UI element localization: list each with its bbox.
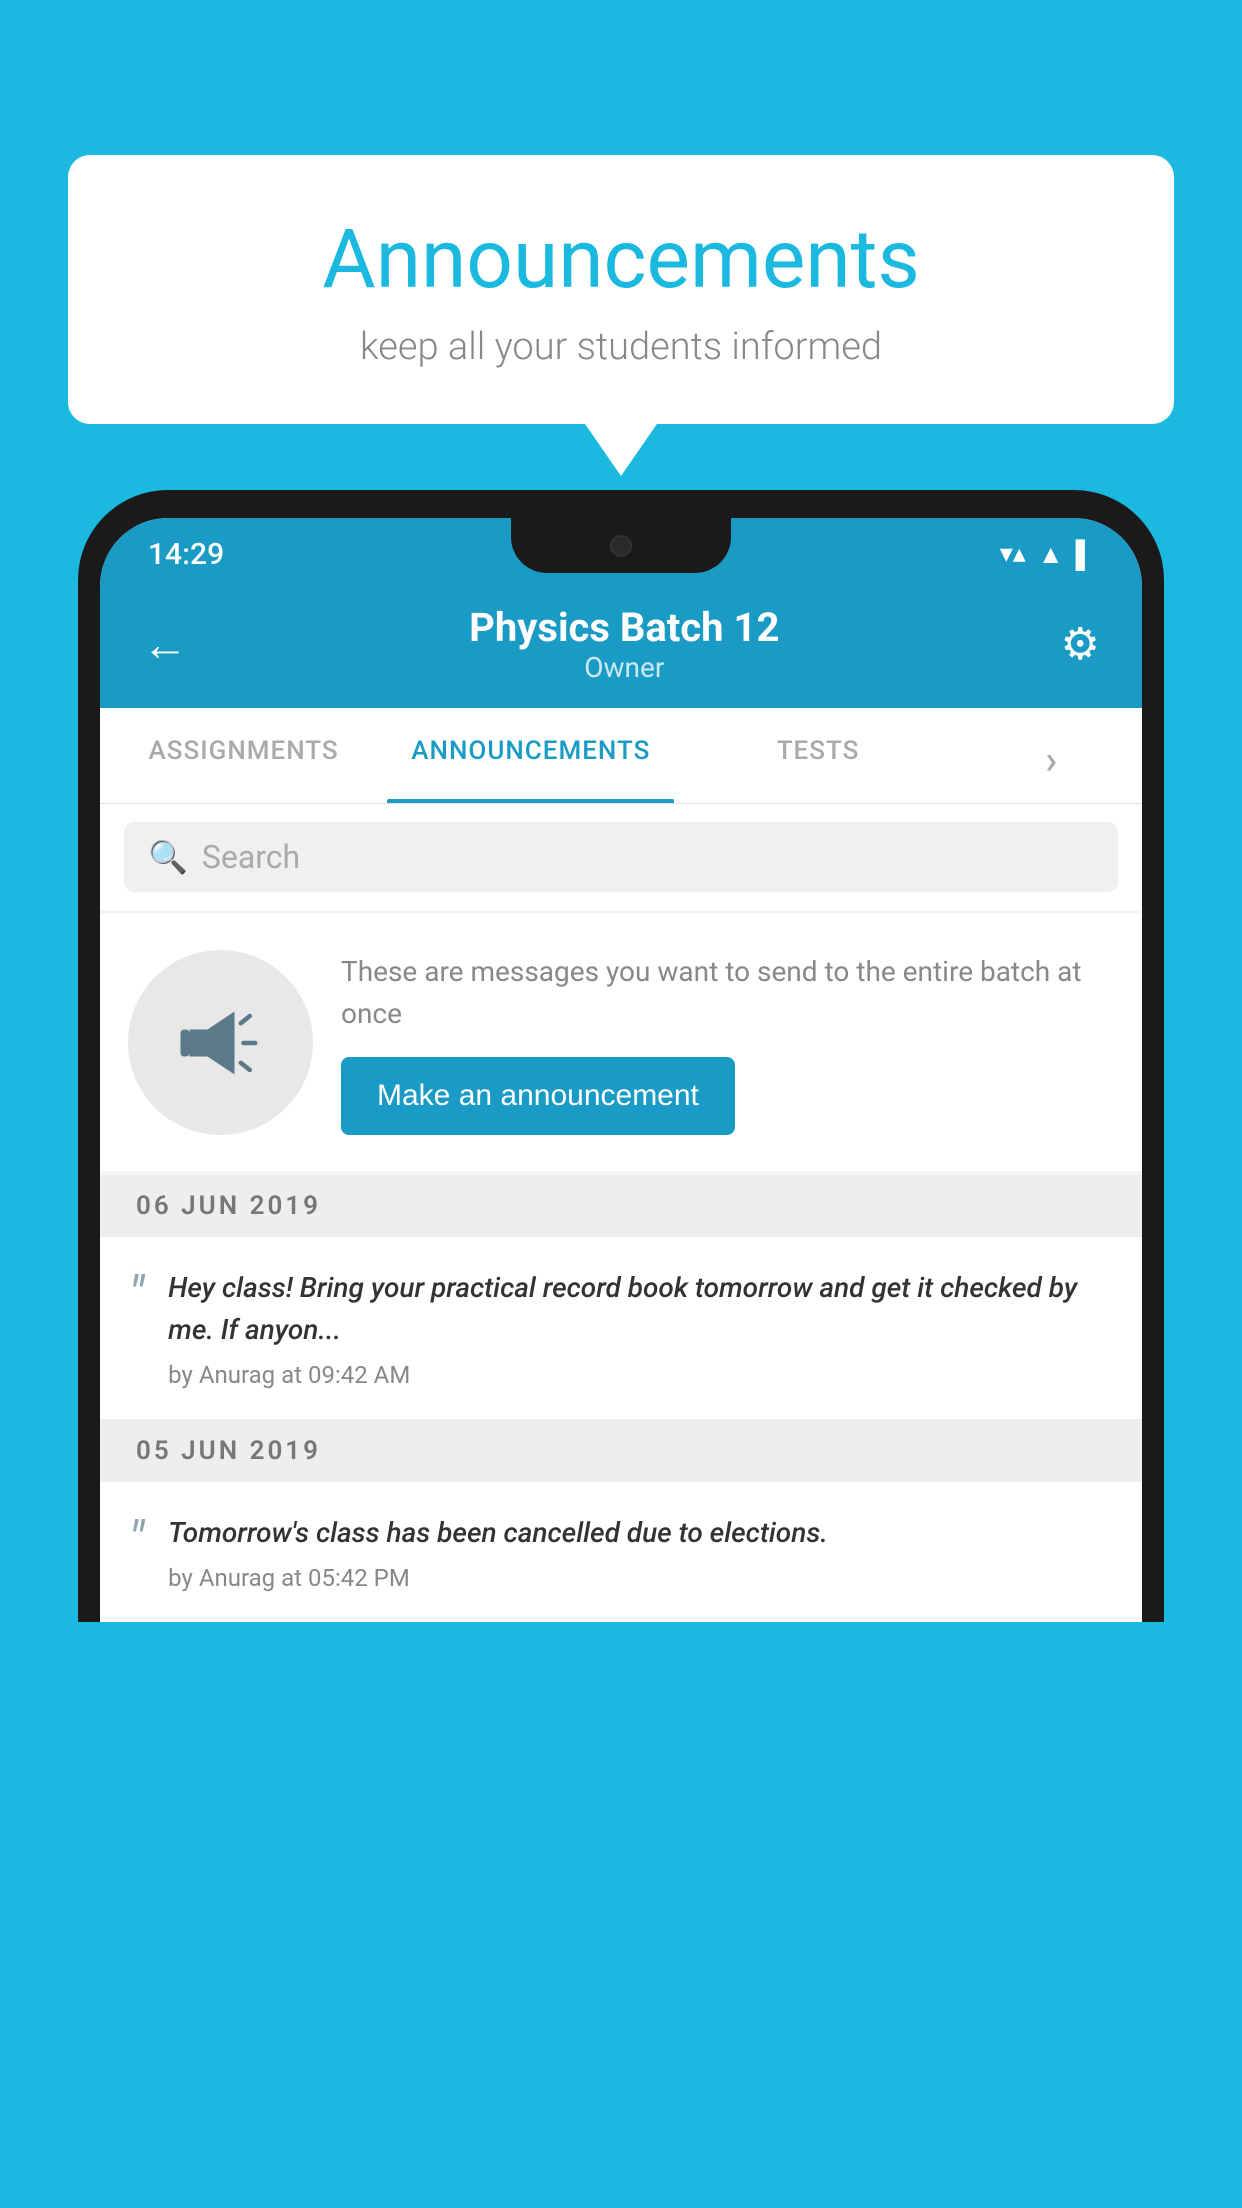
message-item-1[interactable]: " Hey class! Bring your practical record… <box>100 1237 1142 1420</box>
search-icon: 🔍 <box>148 838 188 876</box>
search-placeholder: Search <box>202 838 300 876</box>
phone-notch <box>511 518 731 573</box>
camera-dot <box>610 535 632 557</box>
signal-icon: ▲ <box>1038 539 1064 570</box>
speech-bubble-container: Announcements keep all your students inf… <box>68 155 1174 424</box>
quote-icon-1: " <box>128 1275 144 1317</box>
date-divider-1: 06 JUN 2019 <box>100 1175 1142 1237</box>
tab-more[interactable]: › <box>962 708 1142 803</box>
date-divider-2: 05 JUN 2019 <box>100 1420 1142 1482</box>
search-container: 🔍 Search <box>100 804 1142 910</box>
bubble-title: Announcements <box>118 215 1124 305</box>
tab-announcements[interactable]: ANNOUNCEMENTS <box>387 708 674 803</box>
tab-tests[interactable]: TESTS <box>674 708 961 803</box>
message-content-1: Hey class! Bring your practical record b… <box>168 1267 1114 1389</box>
tabs-bar: ASSIGNMENTS ANNOUNCEMENTS TESTS › <box>100 708 1142 804</box>
announcement-prompt: These are messages you want to send to t… <box>100 914 1142 1171</box>
phone-outer: 14:29 ▾▴ ▲ ▌ ← Physics Batch 12 Owner ⚙ <box>78 490 1164 1622</box>
message-author-1: by Anurag at 09:42 AM <box>168 1361 1114 1389</box>
bubble-subtitle: keep all your students informed <box>118 325 1124 369</box>
prompt-right: These are messages you want to send to t… <box>341 951 1114 1135</box>
megaphone-circle <box>128 950 313 1135</box>
wifi-icon: ▾▴ <box>1000 539 1026 569</box>
megaphone-icon <box>176 998 266 1088</box>
message-content-2: Tomorrow's class has been cancelled due … <box>168 1512 1114 1592</box>
back-button[interactable]: ← <box>142 617 188 672</box>
message-text-2: Tomorrow's class has been cancelled due … <box>168 1512 1114 1554</box>
app-header: ← Physics Batch 12 Owner ⚙ <box>100 586 1142 708</box>
header-title: Physics Batch 12 <box>469 604 779 651</box>
tab-assignments[interactable]: ASSIGNMENTS <box>100 708 387 803</box>
message-text-1: Hey class! Bring your practical record b… <box>168 1267 1114 1351</box>
phone-screen: 14:29 ▾▴ ▲ ▌ ← Physics Batch 12 Owner ⚙ <box>100 518 1142 1622</box>
quote-icon-2: " <box>128 1520 144 1562</box>
prompt-description: These are messages you want to send to t… <box>341 951 1114 1035</box>
make-announcement-button[interactable]: Make an announcement <box>341 1057 735 1135</box>
message-item-2[interactable]: " Tomorrow's class has been cancelled du… <box>100 1482 1142 1622</box>
phone-wrapper: 14:29 ▾▴ ▲ ▌ ← Physics Batch 12 Owner ⚙ <box>78 490 1164 2208</box>
search-bar[interactable]: 🔍 Search <box>124 822 1118 892</box>
status-time: 14:29 <box>148 537 224 572</box>
battery-icon: ▌ <box>1076 539 1094 570</box>
gear-icon[interactable]: ⚙ <box>1061 618 1100 670</box>
speech-bubble: Announcements keep all your students inf… <box>68 155 1174 424</box>
header-subtitle: Owner <box>469 651 779 684</box>
status-icons: ▾▴ ▲ ▌ <box>1000 539 1094 570</box>
message-author-2: by Anurag at 05:42 PM <box>168 1564 1114 1592</box>
header-center: Physics Batch 12 Owner <box>469 604 779 684</box>
